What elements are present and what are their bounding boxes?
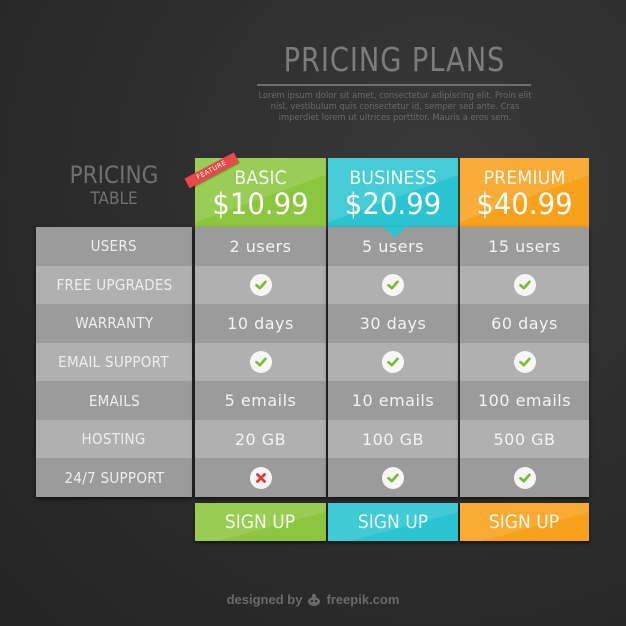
plan-cell: 500 GB xyxy=(460,419,589,459)
signup-button-basic[interactable]: SIGN UP xyxy=(195,503,326,541)
plan-cell: 60 days xyxy=(460,304,589,343)
plan-value: 2 users xyxy=(229,236,292,256)
plan-cell xyxy=(195,458,326,497)
feature-row: USERS xyxy=(36,227,192,266)
plan-cell xyxy=(328,458,458,497)
signup-label: SIGN UP xyxy=(489,511,560,533)
page-subtitle: Lorem ipsum dolor sit amet, consectetur … xyxy=(258,90,532,122)
plan-value: 5 emails xyxy=(224,391,297,411)
plan-value: 100 emails xyxy=(477,391,572,411)
check-icon xyxy=(513,350,536,373)
freepik-logo-icon xyxy=(308,593,321,606)
feature-label: FREE UPGRADES xyxy=(55,275,173,294)
plan-cell xyxy=(460,458,589,497)
business-highlight-pointer xyxy=(383,227,407,237)
check-icon xyxy=(382,350,404,373)
plan-cell xyxy=(195,342,326,382)
check-icon xyxy=(513,466,536,489)
plan-cell xyxy=(460,265,589,305)
plan-cell xyxy=(328,342,458,382)
feature-label: EMAIL SUPPORT xyxy=(58,352,170,371)
signup-label: SIGN UP xyxy=(357,511,429,533)
plan-column-business: 5 users 30 days 10 emails 100 GB xyxy=(328,227,458,497)
check-icon xyxy=(382,466,404,489)
plan-cell: 15 users xyxy=(460,227,589,266)
feature-label: WARRANTY xyxy=(74,314,154,333)
feature-label: USERS xyxy=(90,237,138,256)
plan-cell xyxy=(460,342,589,382)
feature-row: FREE UPGRADES xyxy=(36,265,192,305)
plan-cell: 100 emails xyxy=(460,381,589,420)
signup-button-business[interactable]: SIGN UP xyxy=(328,503,458,541)
plan-column-premium: 15 users 60 days 100 emails 500 GB xyxy=(460,227,589,497)
plan-column-basic: 2 users 10 days 5 emails 20 GB xyxy=(195,227,326,497)
plan-value: 20 GB xyxy=(234,429,287,449)
feature-row: WARRANTY xyxy=(36,304,192,343)
cross-icon xyxy=(249,466,272,489)
plan-header-business: BUSINESS $20.99 xyxy=(328,158,458,227)
features-column: USERS FREE UPGRADES WARRANTY EMAIL SUPPORT E… xyxy=(36,227,192,497)
check-icon xyxy=(249,273,272,296)
plan-cell xyxy=(328,265,458,305)
check-icon xyxy=(382,273,404,296)
pricing-table-label-line1: PRICING xyxy=(69,161,159,189)
signup-button-premium[interactable]: SIGN UP xyxy=(460,503,589,541)
plan-header-premium: PREMIUM $40.99 xyxy=(460,158,589,227)
feature-label: HOSTING xyxy=(81,430,147,449)
feature-row: EMAIL SUPPORT xyxy=(36,342,192,382)
plan-cell: 5 emails xyxy=(195,381,326,420)
plan-cell: 10 days xyxy=(195,304,326,343)
feature-ribbon-label: FEATURE xyxy=(184,152,240,189)
plan-price: $10.99 xyxy=(212,187,309,221)
feature-row: HOSTING xyxy=(36,419,192,459)
plan-value: 60 days xyxy=(491,313,558,333)
plan-name: PREMIUM xyxy=(483,167,566,189)
credit-prefix: designed by xyxy=(226,592,303,607)
plan-cell: 30 days xyxy=(328,304,458,343)
plan-name: BUSINESS xyxy=(349,167,437,189)
plan-value: 30 days xyxy=(359,313,427,333)
plan-cell: 10 emails xyxy=(328,381,458,420)
check-icon xyxy=(513,273,536,296)
feature-ribbon: FEATURE xyxy=(183,150,253,190)
plan-value: 100 GB xyxy=(362,429,424,449)
feature-row: EMAILS xyxy=(36,381,192,420)
page-title: PRICING PLANS xyxy=(283,40,505,79)
credit-brand[interactable]: freepik.com xyxy=(326,592,399,607)
plan-value: 10 emails xyxy=(351,391,435,411)
check-icon xyxy=(249,350,272,373)
plan-cell: 100 GB xyxy=(328,419,458,459)
pricing-table-label-line2: TABLE xyxy=(90,189,138,209)
credit-line: designed by freepik.com xyxy=(0,592,626,607)
plan-cell xyxy=(195,265,326,305)
plan-cell: 2 users xyxy=(195,227,326,266)
plan-value: 500 GB xyxy=(493,429,556,449)
pricing-table-label: PRICING TABLE xyxy=(36,162,192,210)
plan-value: 10 days xyxy=(227,313,294,333)
plan-value: 15 users xyxy=(488,236,561,256)
feature-label: 24/7 SUPPORT xyxy=(64,468,164,487)
plan-price: $20.99 xyxy=(344,187,442,221)
title-divider xyxy=(257,84,531,86)
plan-value: 5 users xyxy=(362,236,424,256)
signup-label: SIGN UP xyxy=(225,511,296,533)
plan-cell: 20 GB xyxy=(195,419,326,459)
feature-label: EMAILS xyxy=(88,391,140,410)
plan-price: $40.99 xyxy=(476,187,573,221)
feature-row: 24/7 SUPPORT xyxy=(36,458,192,497)
